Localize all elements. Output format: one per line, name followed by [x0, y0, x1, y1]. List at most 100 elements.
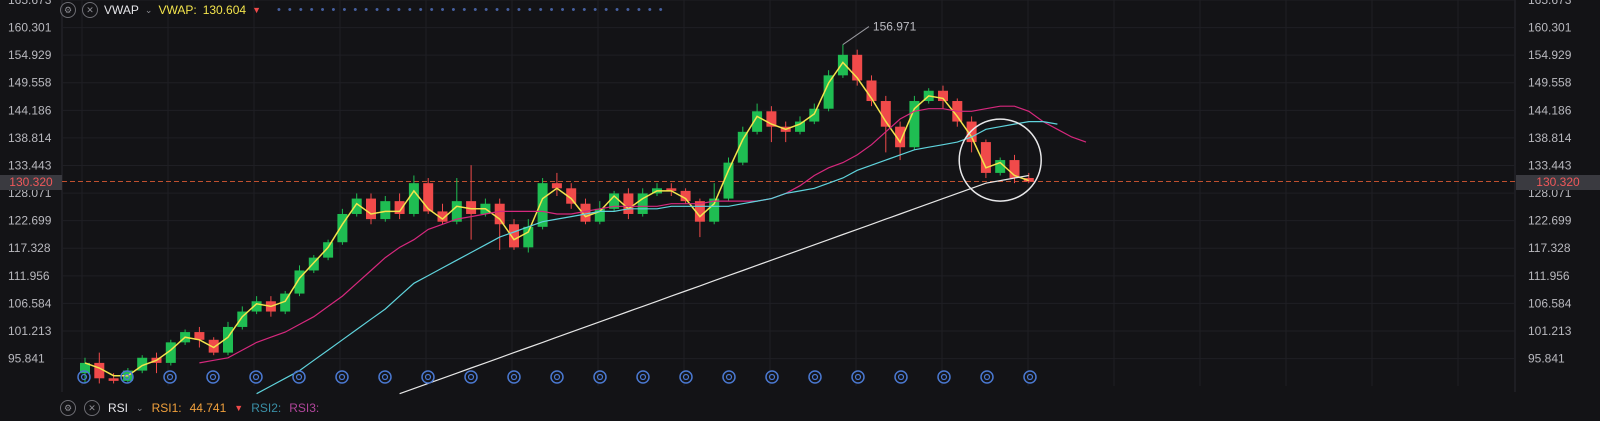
rsi3-label: RSI3: — [289, 401, 320, 415]
y-tick-label-right: 95.841 — [1528, 352, 1565, 366]
event-marker-icon[interactable] — [421, 370, 435, 384]
event-marker-ring — [507, 370, 521, 384]
event-marker-ring — [722, 370, 736, 384]
candle-body — [408, 183, 419, 214]
candlestick-chart[interactable]: 165.673 160.301 154.929 149.558 144.186 138.8… — [0, 0, 1600, 421]
current-price-tag-right: 130.320 — [1516, 174, 1600, 190]
event-marker-core — [209, 373, 217, 381]
chevron-down-icon[interactable]: ⌄ — [145, 5, 153, 16]
event-marker-icon[interactable] — [679, 370, 693, 384]
event-marker-ring — [206, 370, 220, 384]
event-marker-ring — [765, 370, 779, 384]
y-tick-label-right: 133.443 — [1528, 158, 1572, 172]
event-marker-icon[interactable] — [163, 370, 177, 384]
y-tick-label-right: 144.186 — [1528, 103, 1572, 117]
y-tick-label-left: 117.328 — [8, 241, 51, 255]
candle-body — [380, 201, 391, 220]
down-arrow-icon: ▼ — [234, 403, 244, 413]
candle-body — [795, 121, 805, 132]
series-line — [199, 105, 1087, 364]
y-tick-label-left: 138.814 — [8, 131, 52, 145]
event-marker-ring — [163, 370, 177, 384]
close-icon[interactable]: ✕ — [82, 2, 98, 18]
y-tick-label-left: 154.929 — [8, 48, 52, 62]
close-icon[interactable]: ✕ — [84, 400, 100, 416]
event-marker-icon[interactable] — [206, 370, 220, 384]
settings-icon[interactable]: ⚙ — [60, 400, 76, 416]
event-marker-ring — [378, 370, 392, 384]
ellipsis-dots-icon: • • • • • • • • • • • • • • • • • • • • … — [277, 4, 665, 16]
indicator-name[interactable]: VWAP — [104, 3, 139, 17]
y-tick-label-right: 117.328 — [1528, 241, 1571, 255]
event-marker-ring — [464, 370, 478, 384]
max-price-label: 156.971 — [873, 20, 917, 34]
event-marker-icon[interactable] — [722, 370, 736, 384]
max-price-annotation: 156.971 — [842, 20, 917, 45]
event-marker-icon[interactable] — [851, 370, 865, 384]
rsi-header: ⚙ ✕ RSI ⌄ RSI1: 44.741 ▼ RSI2: RSI3: — [60, 398, 319, 418]
settings-icon[interactable]: ⚙ — [60, 2, 76, 18]
event-marker-icon[interactable] — [636, 370, 650, 384]
event-marker-core — [983, 373, 991, 381]
event-marker-ring — [851, 370, 865, 384]
event-marker-icon[interactable] — [593, 370, 607, 384]
candle-body — [623, 193, 634, 214]
candle-body — [852, 54, 863, 81]
candle-body — [723, 162, 734, 199]
moving-average-lines — [84, 61, 1087, 395]
down-arrow-icon: ▼ — [252, 5, 261, 15]
event-marker-icon[interactable] — [550, 370, 564, 384]
y-tick-label-left: 95.841 — [8, 352, 45, 366]
candle-body — [108, 378, 119, 381]
event-marker-icon[interactable] — [1023, 370, 1037, 384]
y-tick-label-right: 165.673 — [1528, 0, 1572, 7]
event-marker-ring — [679, 370, 693, 384]
candle-body — [366, 198, 376, 220]
y-tick-label-right: 149.558 — [1528, 76, 1572, 90]
event-marker-icon[interactable] — [335, 370, 349, 384]
event-marker-icon[interactable] — [464, 370, 478, 384]
event-marker-ring — [894, 370, 908, 384]
event-marker-ring — [249, 370, 263, 384]
event-marker-core — [639, 373, 647, 381]
y-tick-label-left: 122.699 — [8, 214, 52, 228]
indicator-value: 130.604 — [202, 3, 247, 17]
y-tick-label-right: 111.956 — [1528, 269, 1570, 283]
event-marker-ring — [550, 370, 564, 384]
event-marker-icon[interactable] — [937, 370, 951, 384]
rsi-indicator-name[interactable]: RSI — [108, 401, 128, 415]
event-marker-core — [295, 373, 303, 381]
event-marker-core — [467, 373, 475, 381]
event-marker-ring — [636, 370, 650, 384]
event-marker-icon[interactable] — [292, 370, 306, 384]
candle-body — [523, 226, 534, 248]
event-markers[interactable] — [77, 370, 1037, 384]
y-tick-label-right: 154.929 — [1528, 48, 1572, 62]
rsi2-label: RSI2: — [251, 401, 282, 415]
y-tick-label-right: 160.301 — [1528, 21, 1572, 35]
event-marker-core — [725, 373, 733, 381]
grid-lines — [61, 0, 1516, 392]
y-tick-label-left: 160.301 — [8, 21, 52, 35]
y-tick-label-left: 111.956 — [8, 269, 50, 283]
chevron-down-icon[interactable]: ⌄ — [136, 403, 144, 414]
event-marker-icon[interactable] — [507, 370, 521, 384]
event-marker-icon[interactable] — [980, 370, 994, 384]
event-marker-icon[interactable] — [765, 370, 779, 384]
event-marker-ring — [937, 370, 951, 384]
y-tick-label-right: 122.699 — [1528, 214, 1572, 228]
indicator-header: ⚙ ✕ VWAP ⌄ VWAP: 130.604 ▼ • • • • • • •… — [60, 0, 665, 20]
event-marker-ring — [292, 370, 306, 384]
event-marker-icon[interactable] — [894, 370, 908, 384]
event-marker-icon[interactable] — [378, 370, 392, 384]
rsi1-value: 44.741 — [189, 401, 227, 415]
event-marker-ring — [1023, 370, 1037, 384]
candle-body — [494, 203, 505, 225]
current-price-tag-left: 130.320 — [0, 174, 62, 190]
event-marker-icon[interactable] — [249, 370, 263, 384]
event-marker-core — [811, 373, 819, 381]
candle-body — [837, 54, 848, 76]
event-marker-ring — [335, 370, 349, 384]
series-line — [256, 120, 1058, 395]
event-marker-icon[interactable] — [808, 370, 822, 384]
